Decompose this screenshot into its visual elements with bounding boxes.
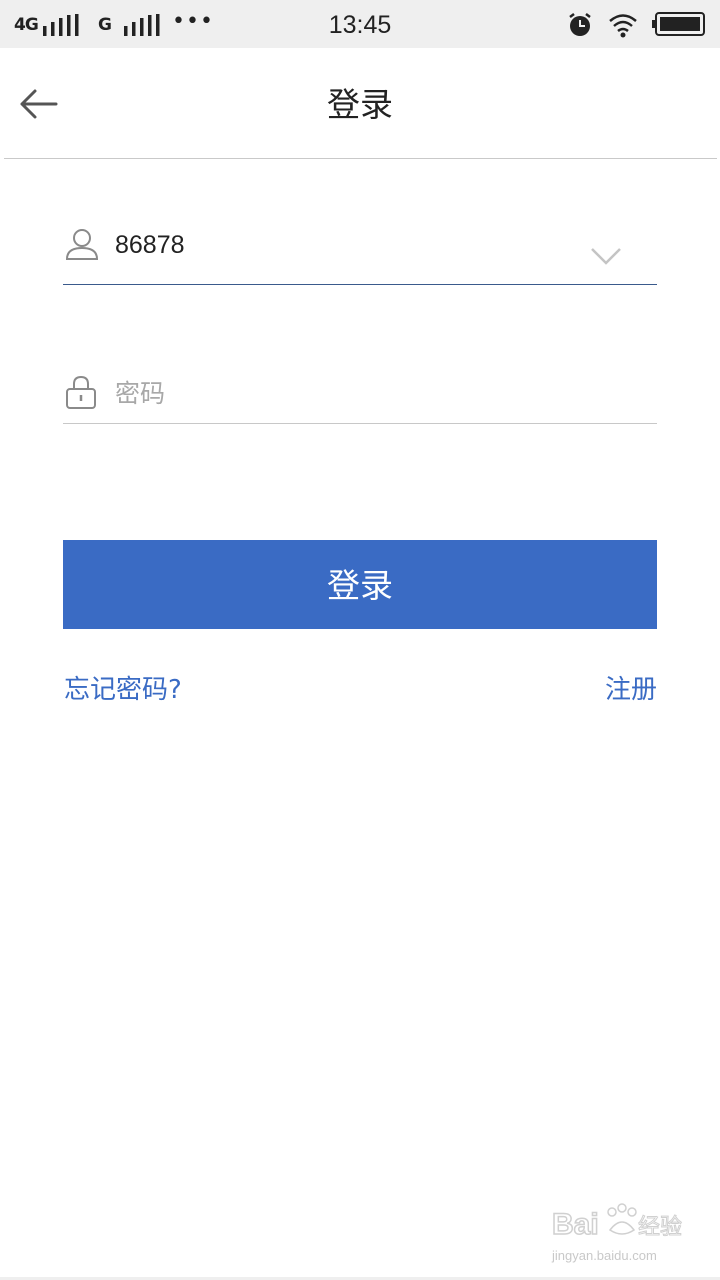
back-button[interactable]: [18, 84, 62, 124]
svg-text:经验: 经验: [638, 1215, 682, 1240]
baidu-jingyan-watermark: Bai 经验 jingyan.baidu.com: [552, 1200, 712, 1268]
password-input[interactable]: [115, 376, 615, 412]
page-title: 登录: [327, 85, 393, 124]
user-icon: [65, 229, 99, 260]
watermark-url: jingyan.baidu.com: [552, 1248, 657, 1263]
status-bar: 4G G ••• 13:45: [0, 0, 720, 48]
lock-icon: [66, 375, 96, 409]
password-field: [63, 354, 657, 424]
register-link[interactable]: 注册: [605, 670, 657, 710]
username-field: [63, 205, 657, 285]
app-header: 登录: [0, 48, 720, 159]
alarm-icon: [569, 13, 591, 36]
svg-text:Bai: Bai: [552, 1208, 599, 1241]
forgot-password-link[interactable]: 忘记密码?: [64, 670, 182, 710]
header-divider: [4, 158, 717, 159]
chevron-down-icon[interactable]: [590, 245, 622, 267]
wifi-icon: [609, 14, 637, 38]
baidu-logo: Bai 经验: [552, 1203, 683, 1242]
login-button[interactable]: 登录: [63, 540, 657, 629]
username-input[interactable]: [115, 227, 575, 263]
battery-icon: [652, 12, 705, 36]
arrow-left-icon: [20, 89, 58, 119]
